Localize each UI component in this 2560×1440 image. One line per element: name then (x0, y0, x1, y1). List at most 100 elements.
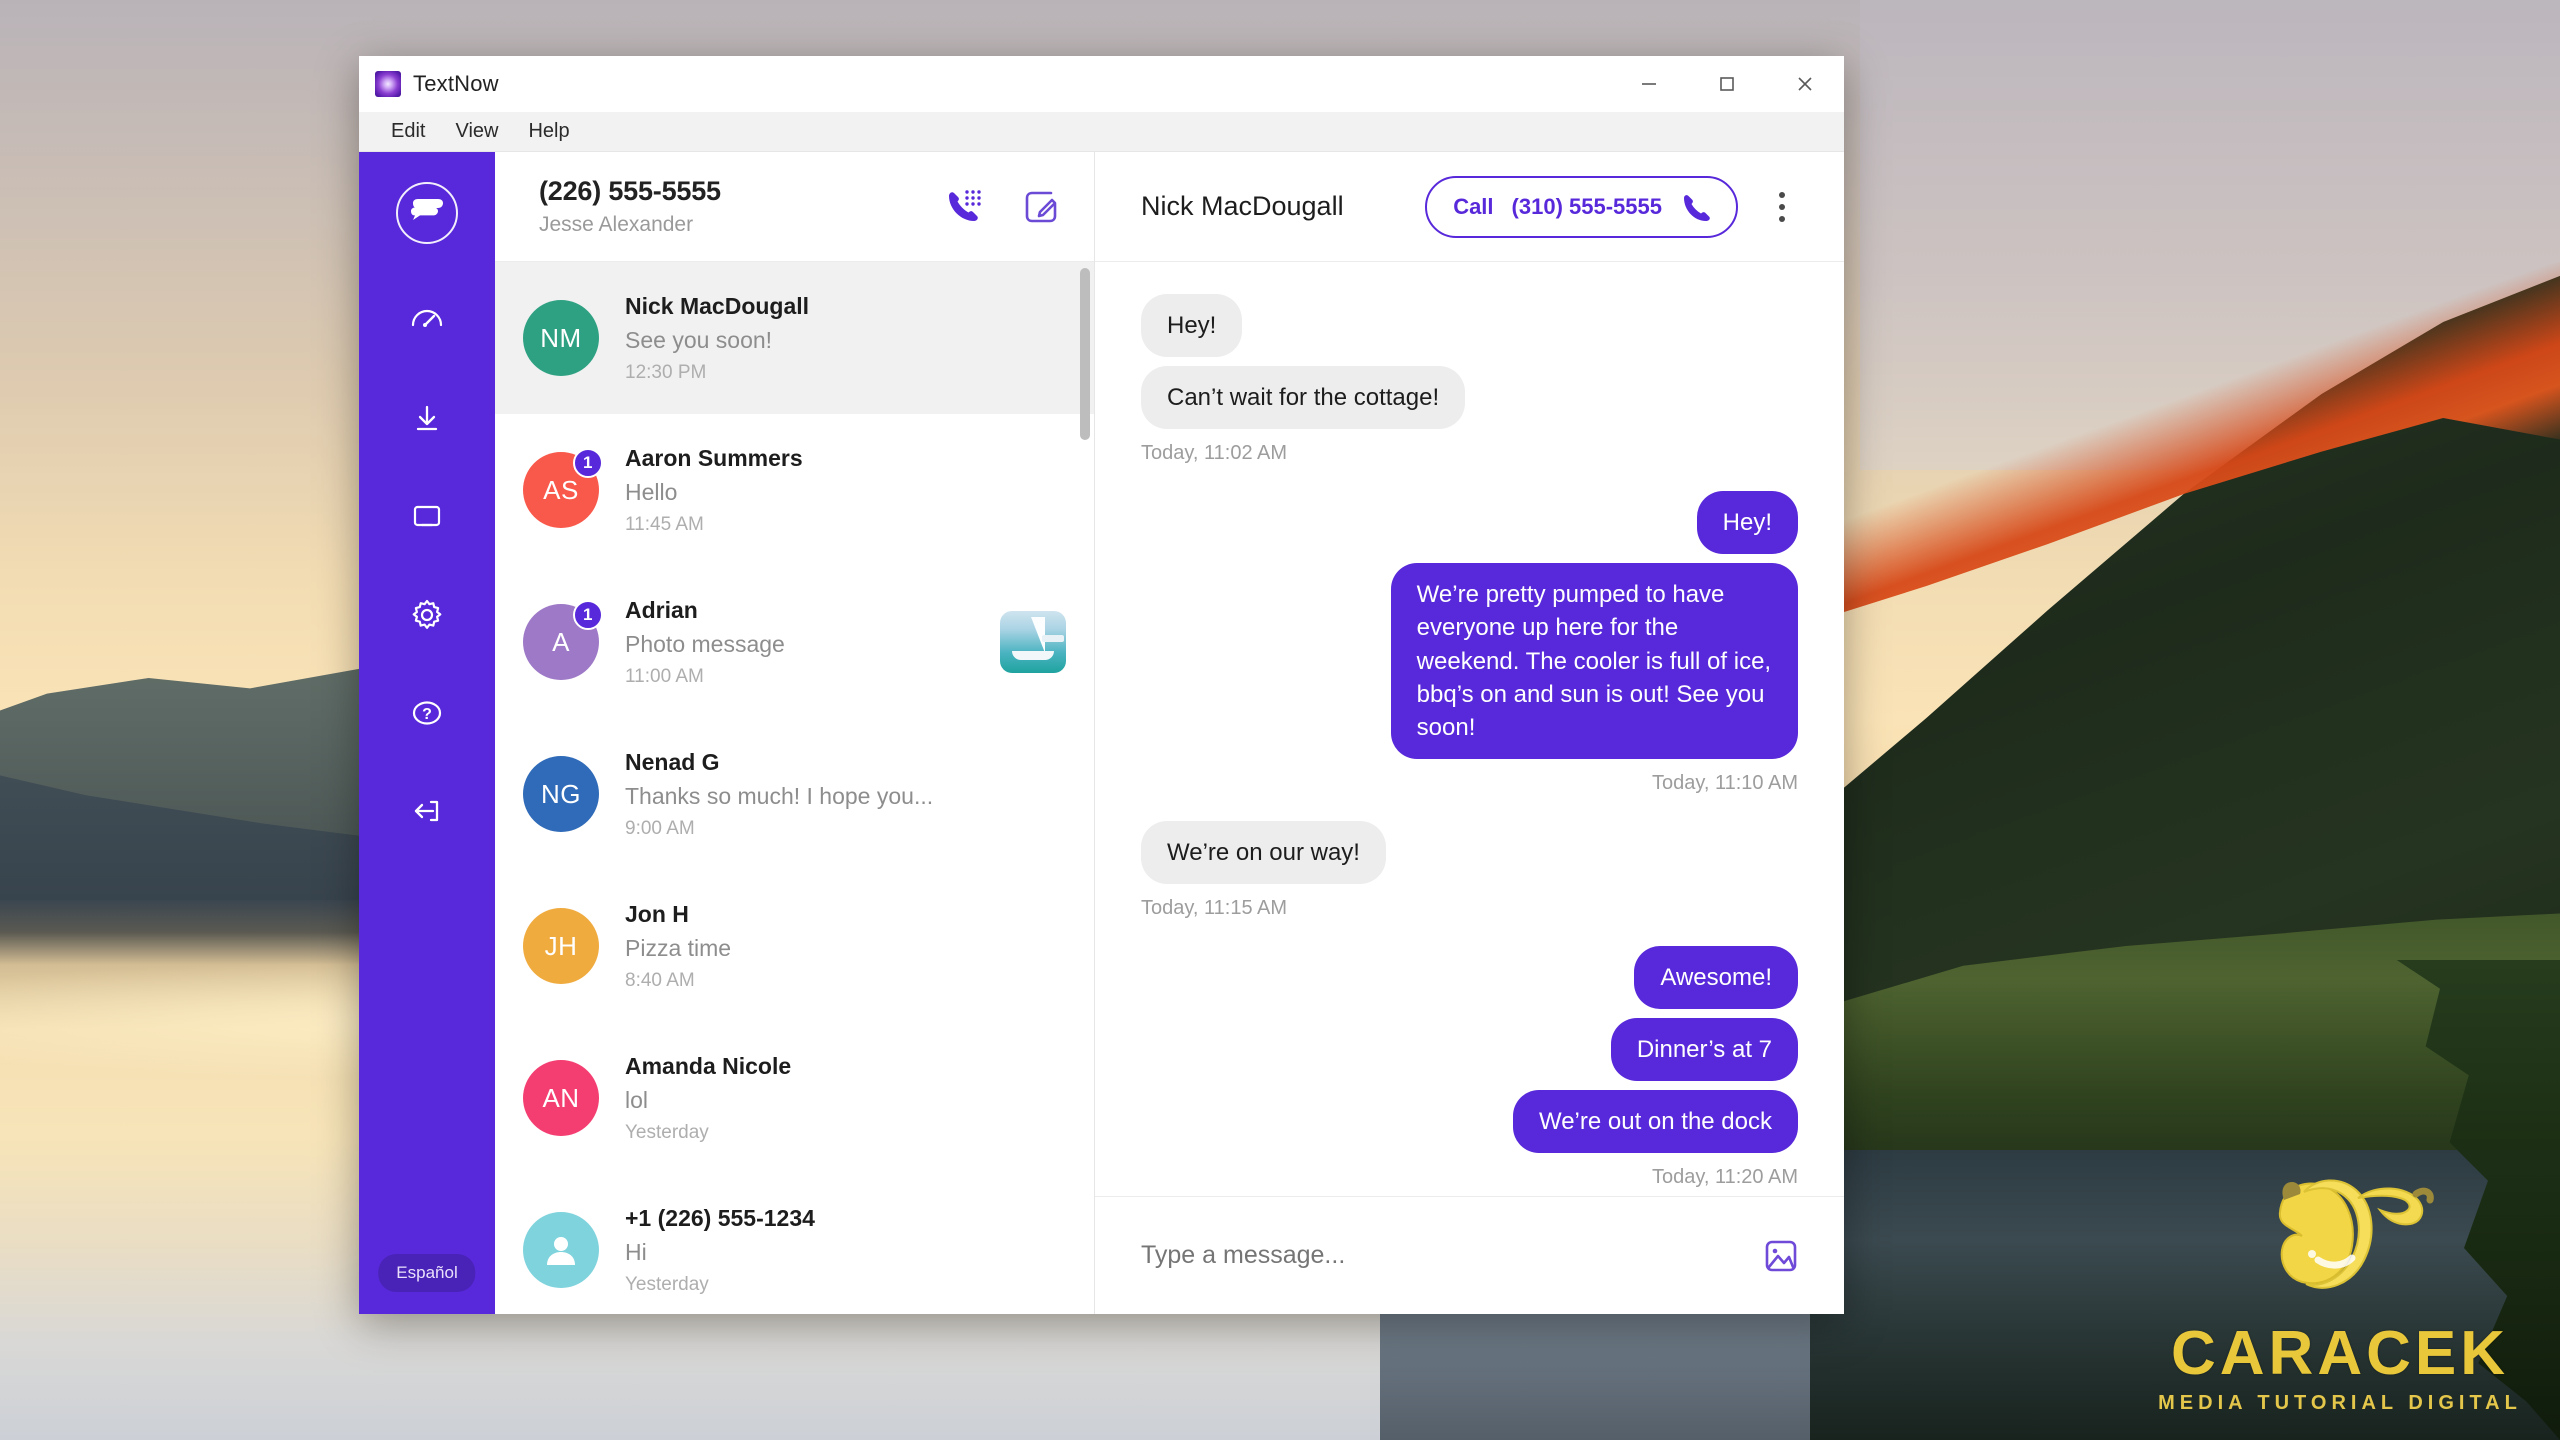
conversation-name: Aaron Summers (625, 444, 803, 471)
conversation-timestamp: 9:00 AM (625, 817, 695, 839)
incoming-message-bubble[interactable]: We’re on our way! (1141, 820, 1386, 884)
menu-view[interactable]: View (441, 116, 512, 147)
logout-icon (414, 800, 439, 822)
message-timestamp: Today, 11:15 AM (1141, 896, 1288, 919)
kebab-menu-icon (1779, 215, 1785, 222)
incoming-message-bubble[interactable]: Hey! (1141, 294, 1243, 358)
message-list: Hey! Can’t wait for the cottage! Today, 11… (1095, 262, 1844, 1196)
avatar (523, 1212, 599, 1288)
attach-image-button[interactable] (1762, 1238, 1800, 1274)
close-button[interactable] (1766, 56, 1844, 112)
kebab-menu-icon (1779, 191, 1785, 198)
conversation-snippet: Pizza time (625, 934, 732, 961)
wallpaper-right-lake (1810, 1150, 2560, 1440)
conversation-timestamp: Yesterday (625, 1273, 709, 1295)
my-phone-number: (226) 555-5555 (539, 176, 721, 206)
conversation-name: Adrian (625, 596, 698, 623)
speedometer-icon (411, 309, 443, 327)
window-body: ? Español (226) 555-5555 Jesse Alexander (359, 152, 1844, 1314)
avatar: NG (523, 756, 599, 832)
conversation-name: Nick MacDougall (625, 292, 810, 319)
speech-bubbles-icon (411, 199, 443, 220)
sidebar-item-help[interactable]: ? (395, 681, 459, 745)
conversation-timestamp: 11:00 AM (625, 665, 704, 687)
message-input[interactable] (1141, 1241, 1742, 1270)
chat-header: Nick MacDougall Call (310) 555-5555 (1095, 152, 1844, 262)
chat-contact-name: Nick MacDougall (1141, 191, 1344, 221)
conversation-snippet: Thanks so much! I hope you... (625, 782, 934, 809)
conversation-snippet: lol (625, 1086, 649, 1113)
conversation-timestamp: Yesterday (625, 1121, 709, 1143)
sidebar-item-devices[interactable] (395, 485, 459, 549)
incoming-message-bubble[interactable]: Can’t wait for the cottage! (1141, 366, 1466, 430)
chat-more-options-button[interactable] (1760, 176, 1804, 238)
conversation-list-item[interactable]: A 1 Adrian Photo message 11:00 AM (495, 566, 1094, 718)
left-nav-rail: ? Español (359, 152, 495, 1314)
call-button[interactable]: Call (310) 555-5555 (1425, 175, 1738, 238)
compose-button[interactable] (1022, 188, 1060, 226)
outgoing-message-bubble[interactable]: Dinner’s at 7 (1610, 1018, 1798, 1082)
window-controls (1610, 56, 1844, 112)
outgoing-message-bubble[interactable]: We’re out on the dock (1512, 1090, 1798, 1154)
window-title: TextNow (413, 71, 499, 96)
message-timestamp: Today, 11:20 AM (1651, 1166, 1798, 1189)
conversation-list-header: (226) 555-5555 Jesse Alexander (495, 152, 1094, 262)
menu-edit[interactable]: Edit (377, 116, 439, 147)
conversation-list-item[interactable]: NG Nenad G Thanks so much! I hope you... 9:… (495, 718, 1094, 870)
outgoing-message-bubble[interactable]: Awesome! (1634, 945, 1798, 1010)
image-attachment-icon (1765, 1240, 1797, 1271)
message-group: Awesome! Dinner’s at 7 We’re out on the do… (1141, 945, 1798, 1189)
sidebar-item-settings[interactable] (395, 583, 459, 647)
outgoing-message-bubble[interactable]: We’re pretty pumped to have everyone up … (1390, 563, 1798, 759)
close-icon (1798, 77, 1812, 91)
avatar: A1 (523, 600, 603, 680)
conversation-list-item[interactable]: AN Amanda Nicole lol Yesterday (495, 1022, 1094, 1174)
phone-icon (1684, 194, 1710, 221)
message-timestamp: Today, 11:10 AM (1651, 771, 1798, 794)
conversation-pane: (226) 555-5555 Jesse Alexander NM Nick M… (495, 152, 1095, 1314)
message-timestamp: Today, 11:02 AM (1141, 442, 1288, 465)
conversation-list[interactable]: NM Nick MacDougall See you soon! 12:30 PM AS… (495, 262, 1094, 1314)
conversation-scrollbar-thumb[interactable] (1080, 268, 1090, 440)
download-icon (416, 405, 438, 431)
conversation-text: Amanda Nicole lol Yesterday (625, 1053, 1066, 1144)
message-group: We’re on our way! Today, 11:15 AM (1141, 820, 1798, 920)
message-group: Hey! We’re pretty pumped to have everyone… (1141, 491, 1798, 795)
minimize-button[interactable] (1610, 56, 1688, 112)
conversation-list-item[interactable]: AS 1 Aaron Summers Hello 11:45 AM (495, 414, 1094, 566)
avatar: JH (523, 908, 599, 984)
dialpad-button[interactable] (944, 188, 984, 226)
menu-help[interactable]: Help (514, 116, 583, 147)
conversation-text: Jon H Pizza time 8:40 AM (625, 901, 1066, 992)
sidebar-item-logout[interactable] (395, 779, 459, 843)
menu-bar: Edit View Help (359, 112, 1844, 152)
conversation-list-item[interactable]: JH Jon H Pizza time 8:40 AM (495, 870, 1094, 1022)
conversation-scrollbar[interactable] (1080, 262, 1092, 1314)
conversation-list-item[interactable]: +1 (226) 555-1234 Hi Yesterday (495, 1174, 1094, 1314)
conversation-snippet: Hello (625, 478, 678, 505)
conversation-name: Amanda Nicole (625, 1052, 792, 1079)
conversation-snippet: See you soon! (625, 326, 773, 353)
conversation-text: Nick MacDougall See you soon! 12:30 PM (625, 293, 1066, 384)
avatar: NM (523, 300, 599, 376)
gear-icon (412, 599, 442, 629)
language-button[interactable]: Español (378, 1254, 476, 1292)
conversation-snippet: Photo message (625, 630, 785, 657)
avatar: AS 1 (523, 448, 603, 528)
conversation-text: Aaron Summers Hello 11:45 AM (625, 445, 1066, 536)
minimize-icon (1642, 83, 1656, 85)
sidebar-item-download[interactable] (395, 387, 459, 451)
maximize-icon (1720, 77, 1734, 91)
app-icon (375, 71, 401, 97)
unread-badge: 1 (573, 448, 603, 478)
textnow-logo-icon[interactable] (396, 182, 458, 244)
conversation-timestamp: 8:40 AM (625, 969, 695, 991)
conversation-list-item[interactable]: NM Nick MacDougall See you soon! 12:30 PM (495, 262, 1094, 414)
photo-message-thumbnail[interactable] (1000, 611, 1066, 673)
outgoing-message-bubble[interactable]: Hey! (1696, 491, 1798, 555)
sidebar-item-speedtest[interactable] (395, 289, 459, 353)
chat-pane: Nick MacDougall Call (310) 555-5555 Hey!… (1095, 152, 1844, 1314)
conversation-text: Nenad G Thanks so much! I hope you... 9:00… (625, 749, 1066, 840)
maximize-button[interactable] (1688, 56, 1766, 112)
conversation-name: Nenad G (625, 748, 720, 775)
